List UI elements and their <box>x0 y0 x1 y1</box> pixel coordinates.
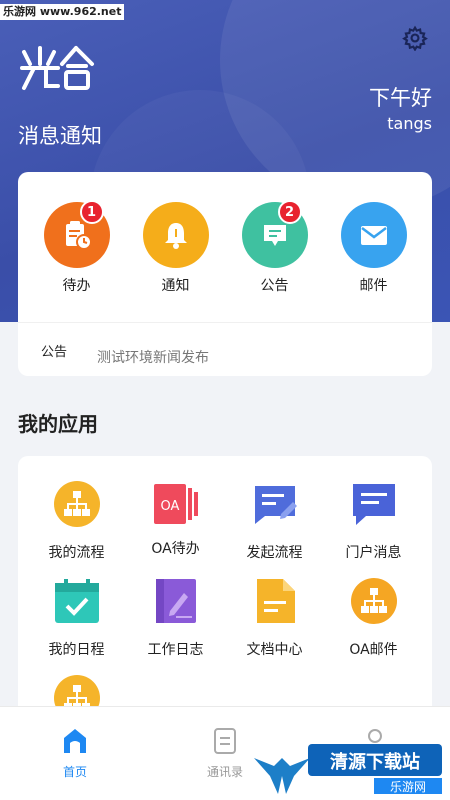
mail-icon <box>340 202 407 268</box>
announcement-badge: 2 <box>277 200 302 224</box>
quick-actions-card: 1 待办 通知 2 公告 邮件 公告 测试环境新闻发布 <box>18 172 432 376</box>
username: tangs <box>387 114 432 133</box>
app-label: 我的日程 <box>48 642 105 658</box>
app-label: 我的流程 <box>48 545 105 561</box>
oa-mail-icon <box>350 578 397 624</box>
app-work-log[interactable]: 工作日志 <box>126 577 225 674</box>
quick-label: 待办 <box>62 278 91 294</box>
app-portal-message[interactable]: 门户消息 <box>324 480 423 577</box>
oa-todo-icon: OA <box>152 480 200 528</box>
quick-item-notice[interactable]: 通知 <box>126 202 225 302</box>
download-site-watermark: 清源下载站 乐游网 <box>254 744 442 794</box>
brand-logo <box>20 46 94 90</box>
calendar-icon <box>54 579 99 623</box>
home-icon <box>64 729 86 753</box>
quick-item-announcement[interactable]: 2 公告 <box>225 200 324 302</box>
work-log-icon <box>155 579 196 623</box>
app-oa-mail[interactable]: OA邮件 <box>324 577 423 674</box>
app-label: OA邮件 <box>349 642 398 658</box>
site-watermark: 乐游网 www.962.net <box>0 4 125 20</box>
overlay-brand-sub: 乐游网 <box>390 780 426 794</box>
apps-section-title: 我的应用 <box>18 412 98 436</box>
page-title: 消息通知 <box>18 124 102 148</box>
flow-icon <box>53 481 100 527</box>
quick-item-todo[interactable]: 1 待办 <box>27 200 126 302</box>
portal-message-icon <box>352 484 395 525</box>
document-icon <box>256 579 295 623</box>
app-my-flow[interactable]: 我的流程 <box>27 480 126 577</box>
overlay-brand-text: 清源下载站 <box>330 751 420 773</box>
todo-badge: 1 <box>79 200 104 224</box>
app-label: 文档中心 <box>246 642 303 658</box>
quick-item-mail[interactable]: 邮件 <box>324 202 423 302</box>
greeting-text: 下午好 <box>369 86 432 110</box>
notice-tag: 公告 <box>41 345 68 360</box>
quick-label: 通知 <box>161 278 190 294</box>
tab-home-label: 首页 <box>62 765 87 779</box>
app-start-flow[interactable]: 发起流程 <box>225 480 324 577</box>
tab-home[interactable]: 首页 <box>45 727 105 780</box>
quick-label: 邮件 <box>359 278 388 294</box>
todo-icon: 1 <box>43 200 110 268</box>
contacts-icon <box>214 728 236 754</box>
app-label: 门户消息 <box>345 545 402 561</box>
app-label: 工作日志 <box>147 642 204 658</box>
app-label: OA待办 <box>151 541 200 557</box>
gear-icon[interactable] <box>402 25 428 51</box>
notice-row[interactable]: 公告 测试环境新闻发布 <box>18 322 432 376</box>
bottom-tab-bar: 首页 通讯录 清源下载站 乐游网 <box>0 706 450 800</box>
app-document-center[interactable]: 文档中心 <box>225 577 324 674</box>
bell-icon <box>142 202 209 268</box>
oa-todo-icon-text: OA <box>160 499 179 514</box>
app-my-calendar[interactable]: 我的日程 <box>27 577 126 674</box>
start-flow-icon <box>254 486 297 524</box>
apps-card: 我的流程 OA OA待办 发起流程 门户消息 我的日程 工作日志 文档中心 OA… <box>18 456 432 726</box>
app-oa-todo[interactable]: OA OA待办 <box>126 480 225 577</box>
app-label: 发起流程 <box>246 545 303 561</box>
announcement-icon: 2 <box>241 200 308 268</box>
notice-text: 测试环境新闻发布 <box>97 350 209 366</box>
quick-label: 公告 <box>260 278 289 294</box>
